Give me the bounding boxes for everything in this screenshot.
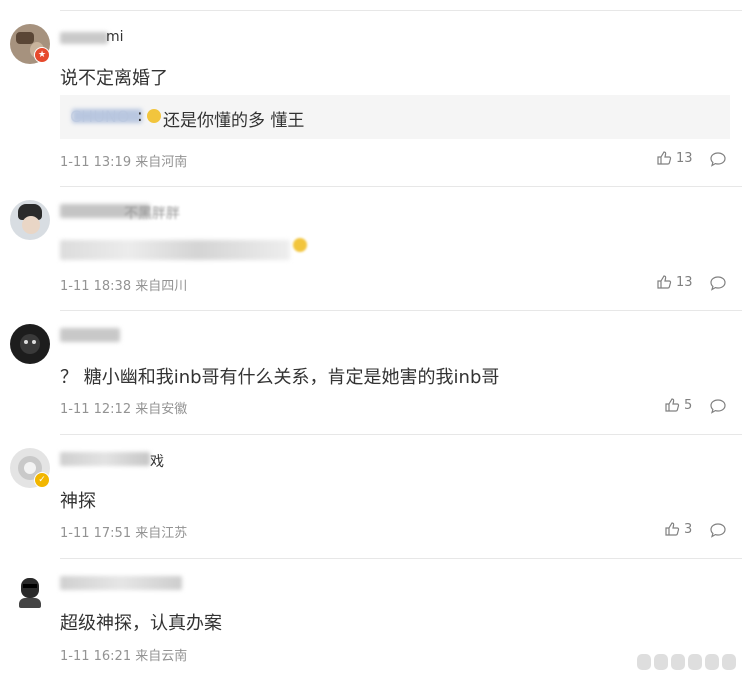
comment-4: ✓ 戏 神探 1-11 17:51 来自江苏 3	[0, 434, 744, 558]
location: 来自江苏	[135, 526, 188, 541]
timestamp: 1-11 13:19	[60, 155, 132, 170]
location: 来自河南	[135, 155, 188, 170]
commenter-name[interactable]: 戏	[150, 451, 164, 471]
divider	[60, 434, 742, 435]
comment-text-blur	[60, 240, 290, 260]
comment-meta: 1-11 13:19 来自河南	[60, 151, 187, 170]
location: 来自四川	[135, 279, 188, 294]
reply-icon[interactable]	[709, 521, 727, 539]
divider	[60, 310, 742, 311]
avatar[interactable]	[10, 324, 50, 364]
watermark-glyph	[705, 654, 719, 670]
timestamp: 1-11 17:51	[60, 526, 132, 541]
thumbs-up-icon	[665, 522, 680, 536]
comment-5: 超级神探，认真办案 1-11 16:21 来自云南	[0, 558, 744, 676]
watermark	[637, 654, 736, 670]
timestamp: 1-11 16:21	[60, 649, 132, 664]
divider	[60, 558, 742, 559]
timestamp: 1-11 18:38	[60, 279, 132, 294]
watermark-glyph	[637, 654, 651, 670]
like-button[interactable]: 13	[656, 274, 693, 290]
reply-icon[interactable]	[709, 274, 727, 292]
like-button[interactable]: 5	[664, 397, 692, 413]
name-blur	[60, 328, 120, 342]
comment-1: ★ mi 说不定离婚了 CHUNO : 还是你懂的多 懂王 1-11 13:19…	[0, 0, 744, 186]
reply-icon[interactable]	[709, 150, 727, 168]
comment-meta: 1-11 17:51 来自江苏	[60, 522, 187, 541]
divider	[60, 186, 742, 187]
name-blur	[60, 32, 108, 44]
emoji-icon	[147, 109, 161, 123]
location: 来自云南	[135, 649, 188, 664]
name-blur	[60, 576, 182, 590]
comment-meta: 1-11 12:12 来自安徽	[60, 398, 187, 417]
watermark-glyph	[722, 654, 736, 670]
like-count: 5	[684, 397, 693, 413]
timestamp: 1-11 12:12	[60, 402, 132, 417]
star-badge-icon: ★	[34, 47, 50, 63]
comment-text: ？ 糖小幽和我inb哥有什么关系，肯定是她害的我inb哥	[60, 367, 500, 388]
watermark-glyph	[654, 654, 668, 670]
comment-text: 超级神探，认真办案	[60, 613, 222, 634]
emoji-icon	[293, 238, 307, 252]
reply-icon[interactable]	[709, 397, 727, 415]
avatar[interactable]	[10, 572, 50, 612]
comment-3: ？ 糖小幽和我inb哥有什么关系，肯定是她害的我inb哥 1-11 12:12 …	[0, 310, 744, 434]
thumbs-up-icon	[665, 398, 680, 412]
watermark-glyph	[671, 654, 685, 670]
like-count: 13	[676, 150, 693, 166]
comment-text: 神探	[60, 491, 96, 512]
avatar[interactable]	[10, 200, 50, 240]
thumbs-up-icon	[657, 275, 672, 289]
verified-badge-icon: ✓	[34, 472, 50, 488]
location: 来自安徽	[135, 402, 188, 417]
reply-separator: :	[137, 106, 143, 126]
reply-text: 还是你懂的多 懂王	[163, 111, 305, 131]
like-count: 13	[676, 274, 693, 290]
commenter-name[interactable]: mi	[106, 29, 124, 45]
divider	[60, 10, 742, 11]
name-blur	[60, 452, 150, 466]
thumbs-up-icon	[657, 151, 672, 165]
comment-text: 说不定离婚了	[60, 68, 168, 89]
comment-meta: 1-11 18:38 来自四川	[60, 275, 187, 294]
reply-author[interactable]: CHUNO	[70, 107, 129, 126]
like-button[interactable]: 3	[664, 521, 692, 537]
like-count: 3	[684, 521, 693, 537]
commenter-name[interactable]: 不黑胖胖	[124, 203, 180, 223]
like-button[interactable]: 13	[656, 150, 693, 166]
watermark-glyph	[688, 654, 702, 670]
comment-meta: 1-11 16:21 来自云南	[60, 645, 187, 664]
comment-2: 不黑胖胖 1-11 18:38 来自四川 13	[0, 186, 744, 310]
